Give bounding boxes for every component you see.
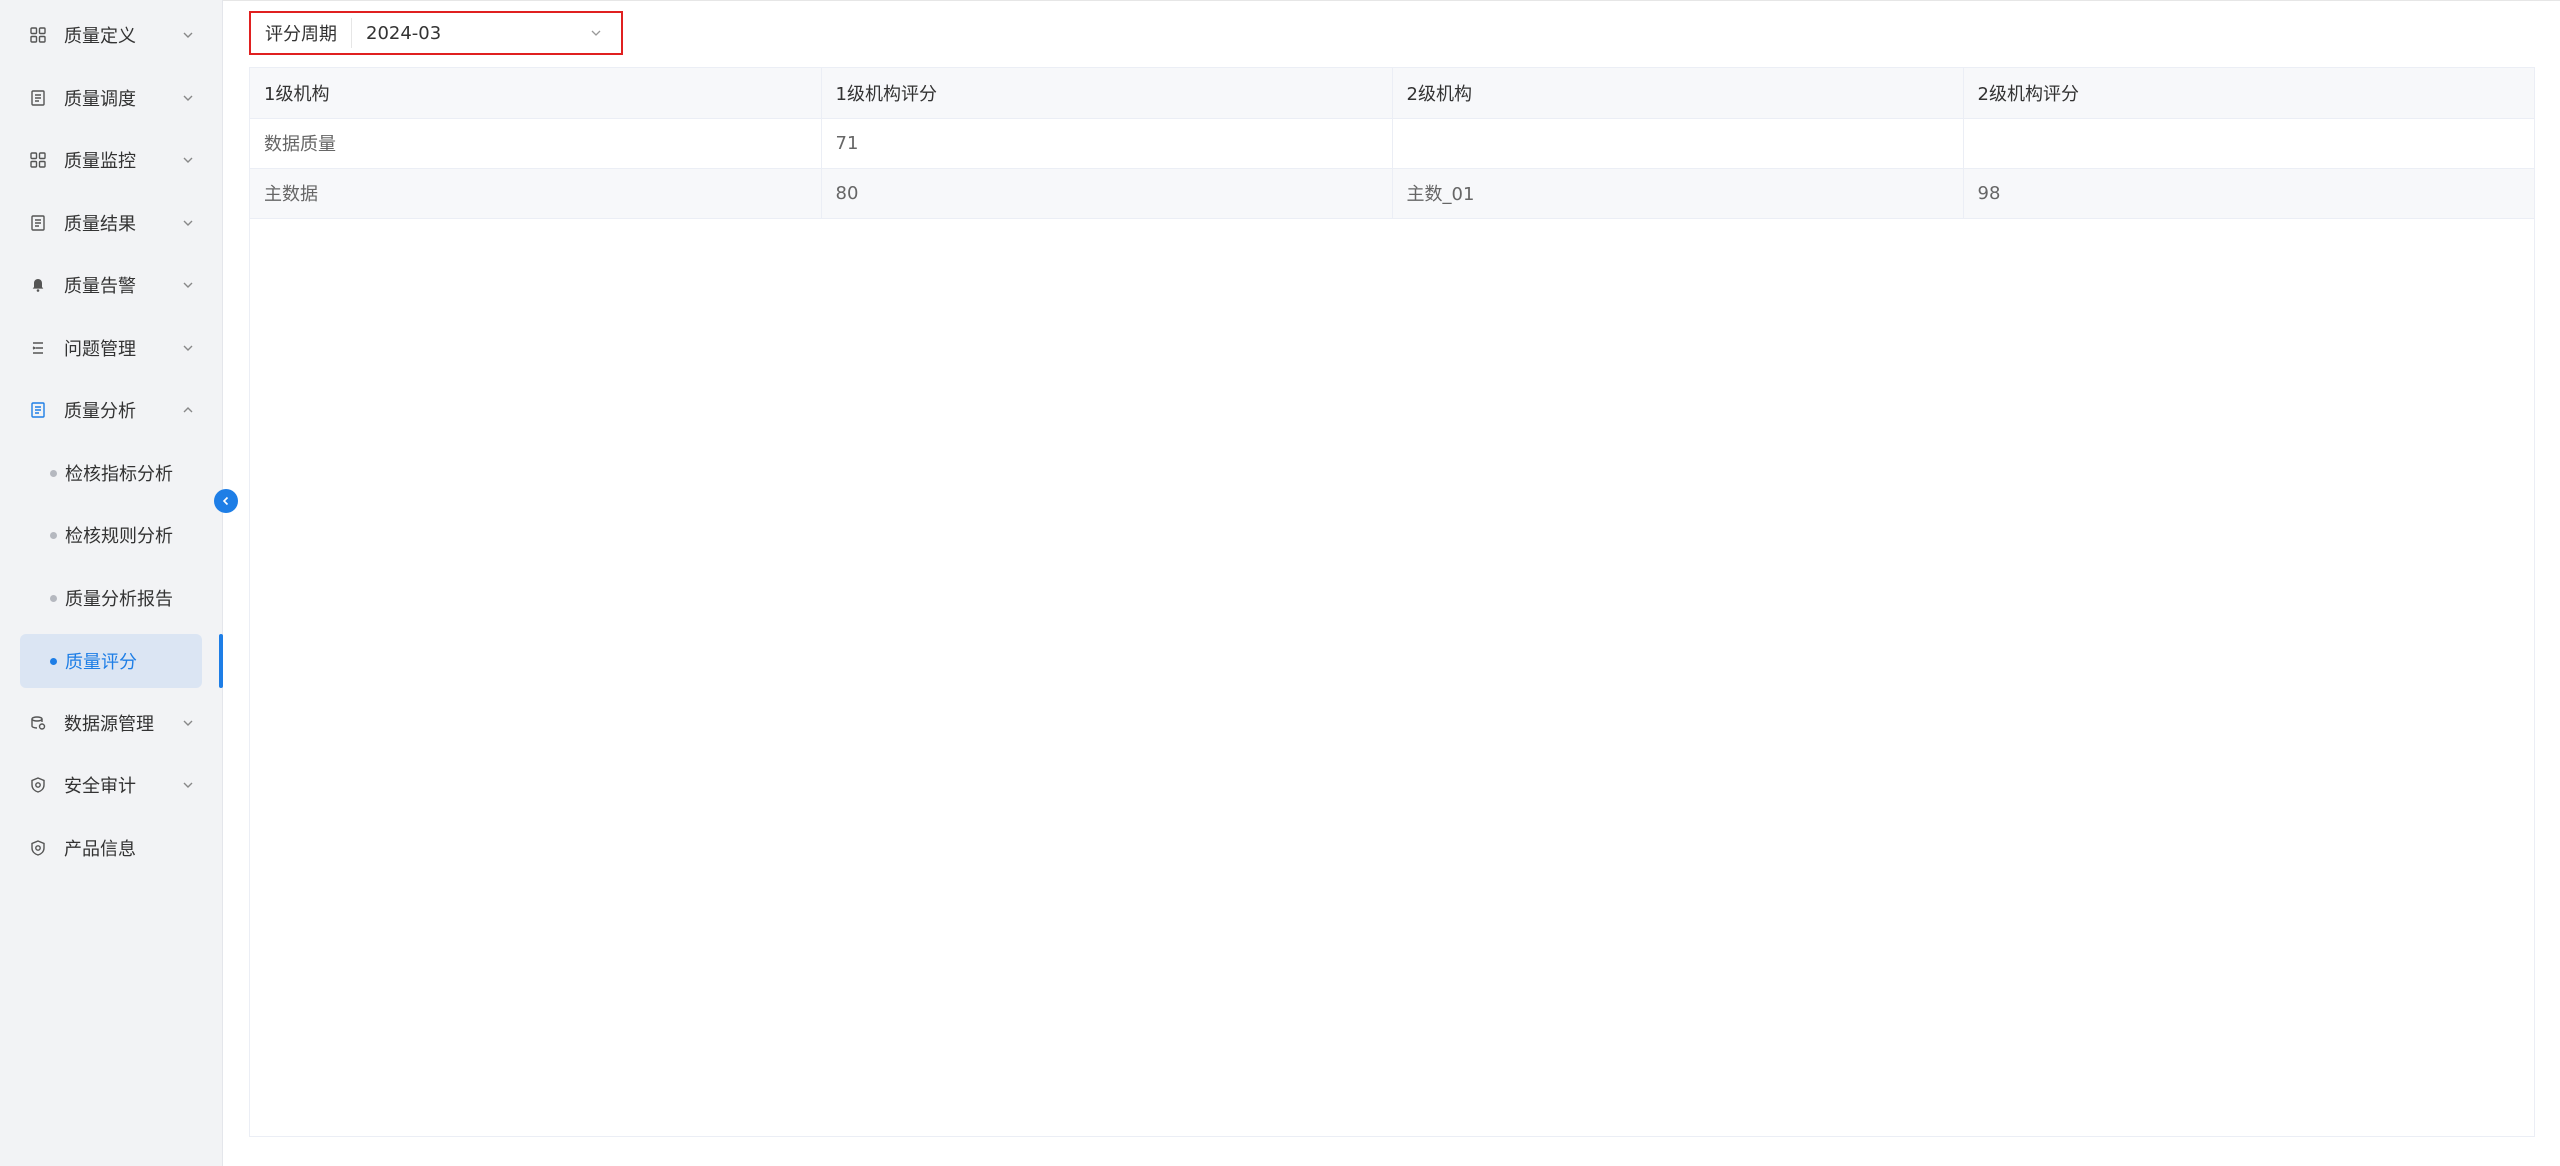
chevron-down-icon <box>180 90 196 106</box>
chevron-up-icon <box>180 402 196 418</box>
chevron-down-icon <box>180 152 196 168</box>
list-icon <box>26 336 50 360</box>
shield-icon <box>26 836 50 860</box>
sidebar-item-label: 问题管理 <box>64 339 136 360</box>
sidebar-item-quality-alerts[interactable]: 质量告警 <box>20 259 202 311</box>
sidebar-subitem-check-indicator-analysis[interactable]: 检核指标分析 <box>20 446 202 500</box>
sidebar-item-datasource-management[interactable]: 数据源管理 <box>20 697 202 749</box>
chevron-down-icon <box>180 340 196 356</box>
table-cell: 主数据 <box>250 168 822 219</box>
sidebar-subitem-quality-analysis-report[interactable]: 质量分析报告 <box>20 571 202 625</box>
chevron-down-icon <box>591 30 601 36</box>
sidebar-subitem-check-rule-analysis[interactable]: 检核规则分析 <box>20 508 202 562</box>
chevron-down-icon <box>180 777 196 793</box>
score-period-filter: 评分周期 2024-03 <box>249 11 623 55</box>
column-header: 2级机构 <box>1392 68 1964 119</box>
sidebar-subitem-label: 质量评分 <box>65 652 137 673</box>
chevron-down-icon <box>180 277 196 293</box>
dot-icon <box>50 531 57 539</box>
dot-icon <box>50 657 57 665</box>
sidebar-subitem-quality-score[interactable]: 质量评分 <box>20 634 202 688</box>
grid-icon <box>26 23 50 47</box>
sidebar-item-product-info[interactable]: 产品信息 <box>20 822 202 874</box>
sidebar-item-label: 数据源管理 <box>64 714 154 735</box>
sidebar-item-quality-results[interactable]: 质量结果 <box>20 197 202 249</box>
table-cell: 71 <box>821 118 1393 169</box>
sidebar-item-quality-monitoring[interactable]: 质量监控 <box>20 134 202 186</box>
score-period-value: 2024-03 <box>366 22 442 44</box>
table-cell <box>1392 118 1964 169</box>
active-indicator <box>219 634 223 688</box>
score-period-label: 评分周期 <box>251 18 352 48</box>
chevron-left-icon <box>222 496 229 506</box>
sidebar-subitem-label: 检核规则分析 <box>65 526 173 547</box>
sidebar-item-quality-definition[interactable]: 质量定义 <box>20 9 202 61</box>
sidebar-item-label: 质量监控 <box>64 151 136 172</box>
sidebar-item-label: 质量调度 <box>64 89 136 110</box>
sidebar-item-label: 产品信息 <box>64 839 136 860</box>
dot-icon <box>50 594 57 602</box>
sidebar: 质量定义 质量调度 质量监控 质量结果 质量告警 问题管理 质量分析 检核指标分… <box>0 0 223 1166</box>
chevron-down-icon <box>180 215 196 231</box>
sidebar-item-label: 质量分析 <box>64 401 136 422</box>
document-icon <box>26 398 50 422</box>
score-table: 1级机构 1级机构评分 2级机构 2级机构评分 数据质量 71 主数据 80 主… <box>249 67 2535 1137</box>
score-period-select[interactable]: 2024-03 <box>352 18 621 48</box>
bell-icon <box>26 273 50 297</box>
sidebar-item-label: 安全审计 <box>64 776 136 797</box>
app-root: 质量定义 质量调度 质量监控 质量结果 质量告警 问题管理 质量分析 检核指标分… <box>0 0 2560 1166</box>
table-cell: 98 <box>1963 168 2534 219</box>
column-header: 1级机构评分 <box>821 68 1393 119</box>
column-header: 2级机构评分 <box>1963 68 2534 119</box>
top-divider <box>223 0 2560 1</box>
sidebar-subitem-label: 质量分析报告 <box>65 589 173 610</box>
column-header: 1级机构 <box>250 68 822 119</box>
document-icon <box>26 211 50 235</box>
sidebar-item-security-audit[interactable]: 安全审计 <box>20 759 202 811</box>
table-row: 数据质量 71 <box>250 118 2534 169</box>
chevron-down-icon <box>180 715 196 731</box>
chevron-down-icon <box>180 27 196 43</box>
table-cell: 80 <box>821 168 1393 219</box>
sidebar-item-label: 质量定义 <box>64 26 136 47</box>
table-row: 主数据 80 主数_01 98 <box>250 168 2534 219</box>
dot-icon <box>50 469 57 477</box>
sidebar-item-quality-scheduling[interactable]: 质量调度 <box>20 72 202 124</box>
sidebar-item-label: 质量告警 <box>64 276 136 297</box>
table-cell: 数据质量 <box>250 118 822 169</box>
document-icon <box>26 86 50 110</box>
table-header-row: 1级机构 1级机构评分 2级机构 2级机构评分 <box>250 68 2534 119</box>
shield-icon <box>26 773 50 797</box>
sidebar-item-issue-management[interactable]: 问题管理 <box>20 322 202 374</box>
table-cell <box>1963 118 2534 169</box>
sidebar-item-quality-analysis[interactable]: 质量分析 <box>20 384 202 436</box>
table-cell: 主数_01 <box>1392 168 1964 219</box>
grid-icon <box>26 148 50 172</box>
database-icon <box>26 711 50 735</box>
sidebar-item-label: 质量结果 <box>64 214 136 235</box>
sidebar-subitem-label: 检核指标分析 <box>65 464 173 485</box>
sidebar-collapse-button[interactable] <box>214 489 238 513</box>
